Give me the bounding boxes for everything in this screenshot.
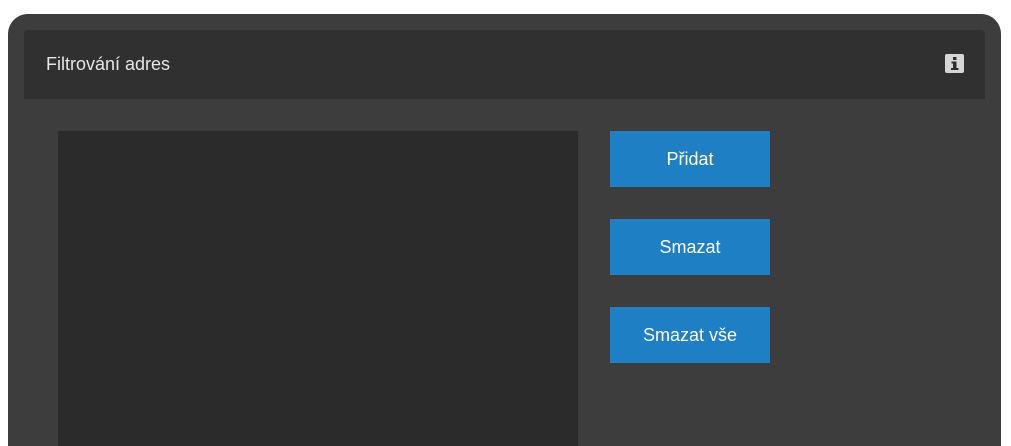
panel-title: Filtrování adres bbox=[46, 54, 171, 74]
info-icon-glyph bbox=[951, 57, 959, 70]
delete-button[interactable]: Smazat bbox=[610, 219, 770, 275]
address-list[interactable] bbox=[58, 131, 578, 446]
add-button[interactable]: Přidat bbox=[610, 131, 770, 187]
info-icon[interactable] bbox=[945, 54, 964, 73]
delete-all-button[interactable]: Smazat vše bbox=[610, 307, 770, 363]
address-filter-panel: Filtrování adres Přidat Smazat Smazat vš… bbox=[8, 14, 1001, 446]
